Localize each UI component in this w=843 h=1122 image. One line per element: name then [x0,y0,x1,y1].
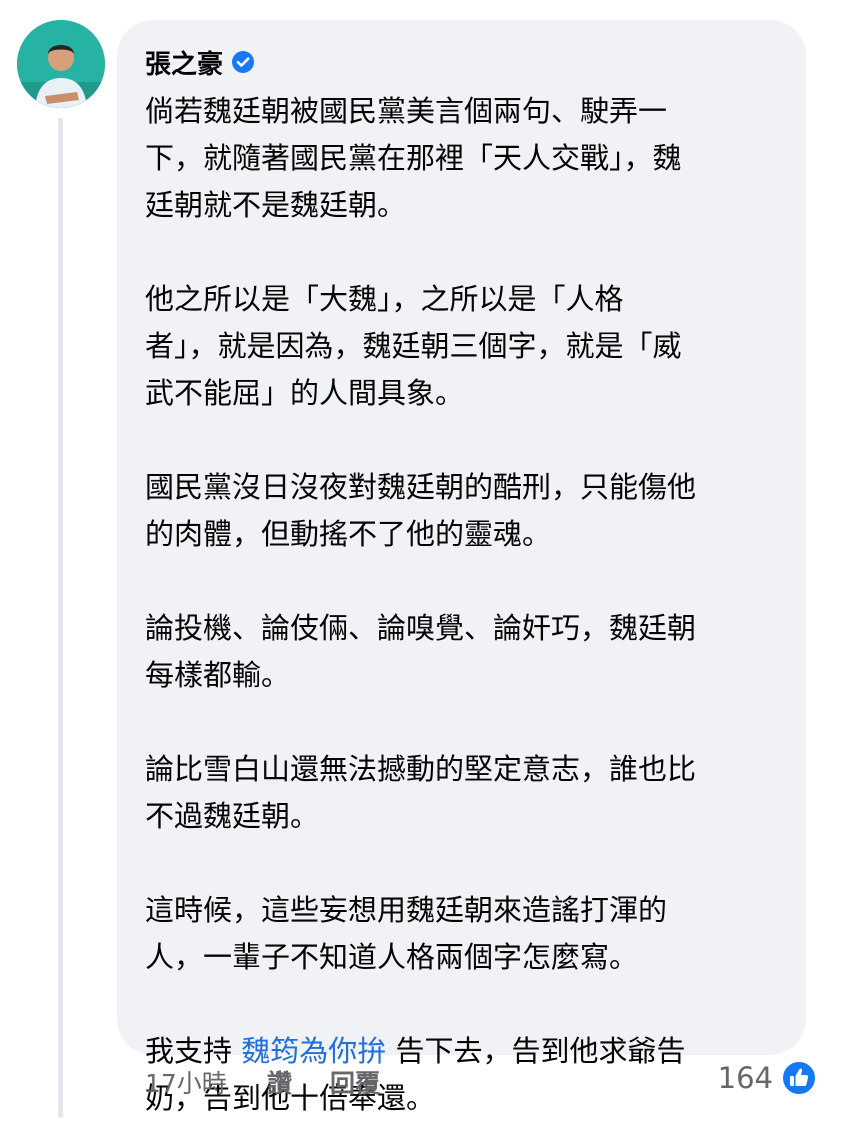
comment-text: 他之所以是「大魏」，之所以是「人格 [145,282,624,316]
comment-text: 下，就隨著國民黨在那裡「天人交戰」，魏 [145,141,682,175]
comment-text: 這時候，這些妄想用魏廷朝來造謠打渾的 [145,893,668,927]
comment-line: 每樣都輸。 [145,652,778,699]
verified-badge-icon [231,50,255,74]
comment-paragraph: 國民黨沒日沒夜對魏廷朝的酷刑，只能傷他 的肉體，但動搖不了他的靈魂。 [145,464,778,558]
comment-text: 的肉體，但動搖不了他的靈魂。 [145,517,552,551]
comment-text: 廷朝就不是魏廷朝。 [145,188,407,222]
comment-text: 論比雪白山還無法撼動的堅定意志，誰也比 [145,752,697,786]
reaction-count: 164 [717,1061,773,1095]
comment-paragraph: 這時候，這些妄想用魏廷朝來造謠打渾的 人，一輩子不知道人格兩個字怎麼寫。 [145,887,778,981]
comment-footer: 17小時 讚 回覆 [145,1062,418,1102]
comment-text: 論投機、論伎倆、論嗅覺、論奸巧，魏廷朝 [145,611,697,645]
comment-body: 倘若魏廷朝被國民黨美言個兩句、駛弄一 下，就隨著國民黨在那裡「天人交戰」，魏 廷朝就… [145,88,778,1122]
comment-line: 的肉體，但動搖不了他的靈魂。 [145,511,778,558]
comment-paragraph: 論投機、論伎倆、論嗅覺、論奸巧，魏廷朝 每樣都輸。 [145,605,778,699]
comment-text: 武不能屈」的人間具象。 [145,376,465,410]
author-row: 張之豪 [145,40,778,84]
reply-button[interactable]: 回覆 [330,1064,380,1100]
comment-line: 人，一輩子不知道人格兩個字怎麼寫。 [145,934,778,981]
comment-bubble: 張之豪 倘若魏廷朝被國民黨美言個兩句、駛弄一 下，就隨著國民黨在那裡「天人交戰」，… [117,20,806,1115]
comment-line: 論比雪白山還無法撼動的堅定意志，誰也比 [145,746,778,793]
comment-line: 武不能屈」的人間具象。 [145,370,778,417]
comment-time[interactable]: 17小時 [145,1064,267,1100]
comment-line: 論投機、論伎倆、論嗅覺、論奸巧，魏廷朝 [145,605,778,652]
author-name[interactable]: 張之豪 [145,44,223,81]
comment-text: 國民黨沒日沒夜對魏廷朝的酷刑，只能傷他 [145,470,697,504]
comment-line: 者」，就是因為，魏廷朝三個字，就是「威 [145,323,778,370]
comment-text: 不過魏廷朝。 [145,799,320,833]
comment-text: 每樣都輸。 [145,658,291,692]
comment-line: 國民黨沒日沒夜對魏廷朝的酷刑，只能傷他 [145,464,778,511]
thread-line [58,118,63,1118]
reaction-summary[interactable]: 164 [718,1060,817,1096]
comment-text: 告下去，告到他求爺告 [386,1034,686,1068]
avatar-image [17,20,105,108]
like-button[interactable]: 讚 [267,1064,292,1100]
comment-paragraph: 論比雪白山還無法撼動的堅定意志，誰也比 不過魏廷朝。 [145,746,778,840]
like-thumb-icon [781,1060,817,1096]
comment-paragraph: 他之所以是「大魏」，之所以是「人格者」，就是因為，魏廷朝三個字，就是「威 武不能屈… [145,276,778,417]
comment-text: 倘若魏廷朝被國民黨美言個兩句、駛弄一 [145,94,668,128]
comment-line: 不過魏廷朝。 [145,793,778,840]
comment-text: 者」，就是因為，魏廷朝三個字，就是「威 [145,329,682,363]
avatar[interactable] [17,20,105,108]
comment-line: 下，就隨著國民黨在那裡「天人交戰」，魏 [145,135,778,182]
comment-line: 這時候，這些妄想用魏廷朝來造謠打渾的 [145,887,778,934]
comment-line: 他之所以是「大魏」，之所以是「人格 [145,276,778,323]
comment-paragraph: 倘若魏廷朝被國民黨美言個兩句、駛弄一 下，就隨著國民黨在那裡「天人交戰」，魏 廷朝就… [145,88,778,229]
comment-text: 人，一輩子不知道人格兩個字怎麼寫。 [145,940,639,974]
comment-line: 倘若魏廷朝被國民黨美言個兩句、駛弄一 [145,88,778,135]
comment-line: 廷朝就不是魏廷朝。 [145,182,778,229]
